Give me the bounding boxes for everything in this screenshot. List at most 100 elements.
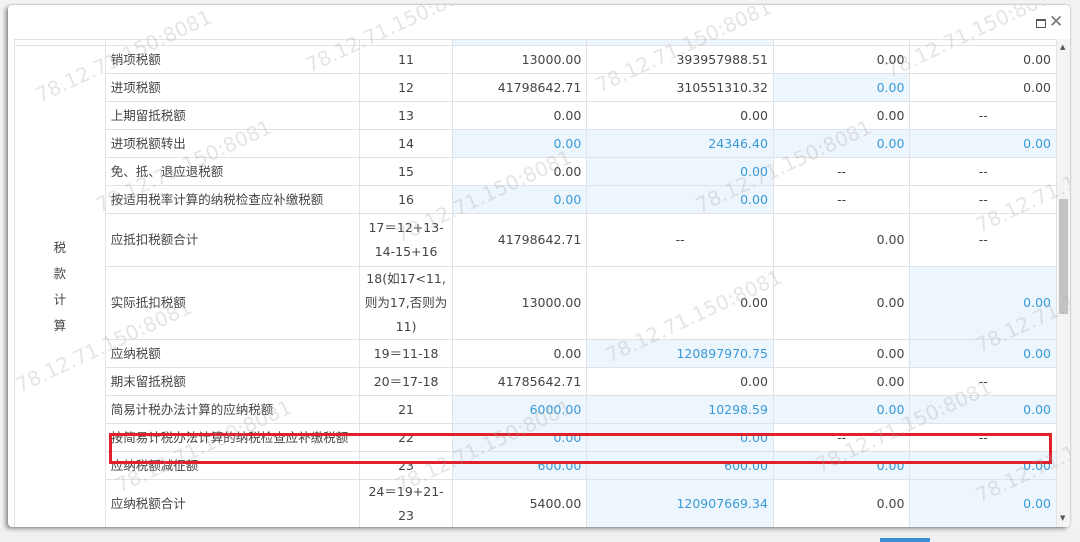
table-row: 上期留抵税额 13 0.00 0.00 0.00 -- xyxy=(15,101,1057,130)
background-button[interactable] xyxy=(880,538,930,542)
scroll-up-icon[interactable]: ▲ xyxy=(1060,43,1065,51)
table-row: 进项税额 12 41798642.71 310551310.32 0.00 0.00 xyxy=(15,73,1057,102)
amount-cell: -- xyxy=(772,157,911,186)
amount-cell: 41798642.71 xyxy=(452,73,588,102)
tax-calculation-table: 税款计算销项税额 11 13000.00 393957988.51 0.00 0.00 进项… xyxy=(14,39,1057,527)
row-number: 21 xyxy=(358,395,454,424)
editable-amount-cell[interactable]: 0.00 xyxy=(452,185,588,214)
row-name: 应纳税额减征额 xyxy=(104,451,360,480)
row-number: 14 xyxy=(358,129,454,158)
row-name: 销项税额 xyxy=(104,45,360,74)
editable-amount-cell[interactable]: 0.00 xyxy=(586,423,774,452)
editable-amount-cell[interactable]: 0.00 xyxy=(772,395,911,424)
table-row: 进项税额转出 14 0.00 24346.40 0.00 0.00 xyxy=(15,129,1057,158)
table-row: 应抵扣税额合计 17＝12+13-14-15+16 41798642.71 -- 0.0… xyxy=(15,213,1057,267)
editable-amount-cell[interactable]: 6000.00 xyxy=(452,395,588,424)
editable-amount-cell[interactable]: 120907669.34 xyxy=(586,479,774,527)
amount-cell: 0.00 xyxy=(772,266,911,340)
scroll-down-icon[interactable]: ▼ xyxy=(1060,514,1065,522)
row-number: 19＝11-18 xyxy=(358,339,454,368)
editable-amount-cell[interactable]: 10298.59 xyxy=(586,395,774,424)
row-name: 按适用税率计算的纳税检查应补缴税额 xyxy=(104,185,360,214)
row-number: 11 xyxy=(358,45,454,74)
row-number: 20＝17-18 xyxy=(358,367,454,396)
editable-amount-cell[interactable]: 0.00 xyxy=(772,451,911,480)
amount-cell: 0.00 xyxy=(909,73,1057,102)
amount-cell: 0.00 xyxy=(586,101,774,130)
amount-cell: 41785642.71 xyxy=(452,367,588,396)
amount-cell: 0.00 xyxy=(586,367,774,396)
amount-cell: -- xyxy=(909,101,1057,130)
amount-cell: 13000.00 xyxy=(452,45,588,74)
amount-cell: -- xyxy=(909,367,1057,396)
table-row: 免、抵、退应退税额 15 0.00 0.00 -- -- xyxy=(15,157,1057,186)
editable-amount-cell[interactable]: 0.00 xyxy=(452,423,588,452)
row-name: 实际抵扣税额 xyxy=(104,266,360,340)
group-label-char: 款 xyxy=(53,266,67,281)
row-name: 进项税额转出 xyxy=(104,129,360,158)
amount-cell: 0.00 xyxy=(452,157,588,186)
amount-cell: 13000.00 xyxy=(452,266,588,340)
table-row: 按适用税率计算的纳税检查应补缴税额 16 0.00 0.00 -- -- xyxy=(15,185,1057,214)
table-container: 税款计算销项税额 11 13000.00 393957988.51 0.00 0.00 进项… xyxy=(14,39,1057,527)
row-number: 15 xyxy=(358,157,454,186)
row-number: 22 xyxy=(358,423,454,452)
amount-cell: 310551310.32 xyxy=(586,73,774,102)
amount-cell: 0.00 xyxy=(772,213,911,267)
row-name: 免、抵、退应退税额 xyxy=(104,157,360,186)
amount-cell: 0.00 xyxy=(772,339,911,368)
row-number: 17＝12+13-14-15+16 xyxy=(358,213,454,267)
row-name: 上期留抵税额 xyxy=(104,101,360,130)
editable-amount-cell[interactable]: 0.00 xyxy=(586,185,774,214)
row-name: 应抵扣税额合计 xyxy=(104,213,360,267)
row-name: 期末留抵税额 xyxy=(104,367,360,396)
table-row: 应纳税额减征额 23 600.00 600.00 0.00 0.00 xyxy=(15,451,1057,480)
editable-amount-cell[interactable]: 0.00 xyxy=(909,129,1057,158)
table-row: 简易计税办法计算的应纳税额 21 6000.00 10298.59 0.00 0.00 xyxy=(15,395,1057,424)
table-row: 税款计算销项税额 11 13000.00 393957988.51 0.00 0.00 xyxy=(14,45,1057,527)
amount-cell: 0.00 xyxy=(772,367,911,396)
row-name: 进项税额 xyxy=(104,73,360,102)
amount-cell: 5400.00 xyxy=(452,479,588,527)
editable-amount-cell[interactable]: 600.00 xyxy=(452,451,588,480)
editable-amount-cell[interactable]: 120897970.75 xyxy=(586,339,774,368)
group-label-char: 税 xyxy=(53,240,67,255)
editable-amount-cell[interactable]: 0.00 xyxy=(772,129,911,158)
group-label-char: 计 xyxy=(53,292,67,307)
editable-amount-cell[interactable]: 24346.40 xyxy=(586,129,774,158)
editable-amount-cell[interactable]: 600.00 xyxy=(586,451,774,480)
amount-cell: -- xyxy=(909,185,1057,214)
table-row: 按简易计税办法计算的纳税检查应补缴税额 22 0.00 0.00 -- -- xyxy=(15,423,1057,452)
scrollbar-thumb[interactable] xyxy=(1059,199,1068,314)
amount-cell: -- xyxy=(909,157,1057,186)
maximize-icon[interactable] xyxy=(1036,19,1046,28)
group-label: 税款计算 xyxy=(14,45,106,527)
amount-cell: -- xyxy=(772,423,911,452)
editable-amount-cell[interactable]: 0.00 xyxy=(909,395,1057,424)
amount-cell: 393957988.51 xyxy=(586,45,774,74)
row-name: 应纳税额 xyxy=(104,339,360,368)
amount-cell: 0.00 xyxy=(586,266,774,340)
editable-amount-cell[interactable]: 0.00 xyxy=(772,73,911,102)
vertical-scrollbar[interactable]: ▲ ▼ xyxy=(1057,39,1070,527)
editable-amount-cell[interactable]: 0.00 xyxy=(452,129,588,158)
table-row: 期末留抵税额 20＝17-18 41785642.71 0.00 0.00 -- xyxy=(15,367,1057,396)
close-icon[interactable]: ✕ xyxy=(1049,14,1063,31)
table-row: 应纳税额合计 24＝19+21-23 5400.00 120907669.34 0.00… xyxy=(15,479,1057,527)
amount-cell: 0.00 xyxy=(772,101,911,130)
row-number: 12 xyxy=(358,73,454,102)
table-row: 实际抵扣税额 18(如17<11,则为17,否则为11) 13000.00 0.00 0… xyxy=(15,266,1057,340)
amount-cell: 41798642.71 xyxy=(452,213,588,267)
amount-cell: 0.00 xyxy=(772,45,911,74)
editable-amount-cell[interactable]: 0.00 xyxy=(909,479,1057,527)
editable-amount-cell[interactable]: 0.00 xyxy=(909,451,1057,480)
amount-cell: 0.00 xyxy=(772,479,911,527)
editable-amount-cell[interactable]: 0.00 xyxy=(909,339,1057,368)
editable-amount-cell[interactable]: 0.00 xyxy=(909,266,1057,340)
row-number: 18(如17<11,则为17,否则为11) xyxy=(358,266,454,340)
amount-cell: -- xyxy=(909,423,1057,452)
row-name: 简易计税办法计算的应纳税额 xyxy=(104,395,360,424)
tax-return-dialog: ✕ 税款计算销项税额 11 13000.00 393957988.51 0.00 0.00… xyxy=(8,5,1070,527)
editable-amount-cell[interactable]: 0.00 xyxy=(586,157,774,186)
dialog-titlebar: ✕ xyxy=(8,5,1070,39)
